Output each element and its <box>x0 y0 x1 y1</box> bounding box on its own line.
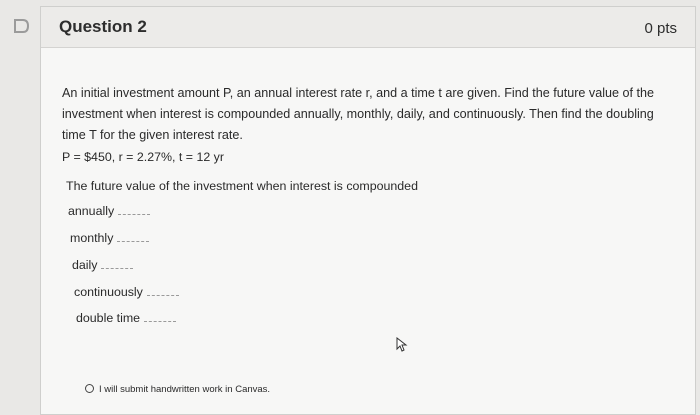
handwritten-work-label: I will submit handwritten work in Canvas… <box>99 384 271 395</box>
given-values: P = $450, r = 2.27%, t = 12 yr <box>62 150 224 164</box>
monthly-field: monthly <box>70 231 150 245</box>
question-intro: The future value of the investment when … <box>66 179 418 193</box>
continuously-label: continuously <box>74 285 143 299</box>
daily-field: daily <box>72 258 134 272</box>
mouse-cursor-icon <box>396 337 408 352</box>
monthly-label: monthly <box>70 231 114 245</box>
daily-label: daily <box>72 258 98 272</box>
daily-answer-blank[interactable] <box>101 266 134 269</box>
double-time-answer-blank[interactable] <box>144 319 177 322</box>
question-card: Question 2 0 pts An initial investment a… <box>40 6 696 415</box>
flag-icon[interactable] <box>13 18 31 34</box>
handwritten-work-option[interactable]: I will submit handwritten work in Canvas… <box>85 384 270 395</box>
question-header: Question 2 0 pts <box>41 7 695 48</box>
radio-button[interactable] <box>85 384 94 393</box>
annually-field: annually <box>68 204 151 218</box>
question-prompt: An initial investment amount P, an annua… <box>62 86 655 142</box>
continuously-answer-blank[interactable] <box>146 293 179 296</box>
annually-answer-blank[interactable] <box>118 212 151 215</box>
question-points: 0 pts <box>644 20 677 37</box>
double-time-field: double time <box>76 311 177 325</box>
question-title: Question 2 <box>59 17 147 36</box>
continuously-field: continuously <box>74 285 179 299</box>
double-time-label: double time <box>76 311 141 325</box>
annually-label: annually <box>68 204 115 218</box>
monthly-answer-blank[interactable] <box>117 239 150 242</box>
